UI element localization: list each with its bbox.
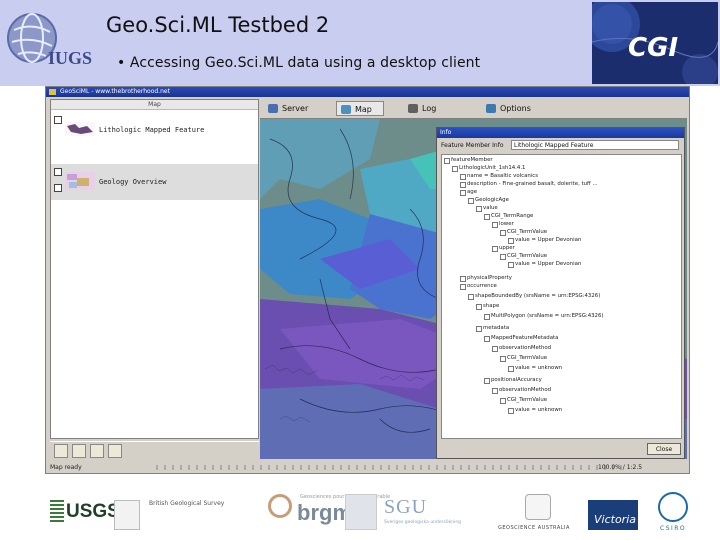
cgi-logo: CGI	[592, 2, 718, 84]
tab-label: Map	[355, 105, 372, 114]
bgs-logo: British Geological Survey	[149, 500, 225, 507]
sgu-logo: SGU	[384, 496, 428, 518]
main-toolbar: Server Map Log Options	[260, 99, 687, 119]
brgm-mark-icon	[268, 494, 292, 518]
tree-node[interactable]: CGI_TermValue	[499, 397, 547, 404]
tree-node[interactable]: physicalProperty	[460, 275, 512, 282]
zoom-in-tool-icon[interactable]	[54, 444, 68, 458]
tree-node[interactable]: metadata	[475, 325, 509, 332]
tree-node[interactable]: MultiPolygon (srsName = urn:EPSG:4326)	[484, 313, 604, 320]
tab-map[interactable]: Map	[336, 101, 384, 116]
map-tools-toolbar	[50, 441, 259, 459]
slide-header: IUGS Geo.Sci.ML Testbed 2 • Accessing Ge…	[0, 0, 720, 86]
layer-row-lithologic[interactable]: Lithologic Mapped Feature	[51, 112, 258, 148]
legend-header: Map	[51, 100, 258, 110]
tree-node[interactable]: CGI_TermValue	[499, 355, 547, 362]
layer-visibility-checkbox[interactable]	[54, 116, 62, 124]
info-tool-icon[interactable]	[72, 444, 86, 458]
slide-bullet: • Accessing Geo.Sci.ML data using a desk…	[117, 55, 481, 71]
window-title: GeoSciML - www.thebrotherhood.net	[60, 88, 170, 95]
tree-node[interactable]: positionalAccuracy	[484, 377, 542, 384]
layer-row-geology-overview[interactable]: Geology Overview	[51, 164, 258, 200]
usgs-mark-icon	[50, 500, 64, 522]
tab-options[interactable]: Options	[482, 101, 531, 116]
usgs-logo: USGS	[66, 501, 120, 522]
server-icon	[268, 104, 278, 113]
tab-label: Log	[422, 104, 437, 113]
tab-label: Options	[500, 104, 531, 113]
tree-node[interactable]: CGI_TermValue	[499, 229, 547, 236]
victoria-logo: Victoria	[588, 500, 638, 530]
layer-visibility-checkbox[interactable]	[54, 168, 62, 176]
layer-swatch-icon	[65, 172, 95, 190]
sgu-tagline: Sveriges geologiska undersökning	[384, 520, 462, 525]
svg-text:IUGS: IUGS	[48, 48, 92, 68]
iugs-globe-logo: IUGS	[7, 13, 92, 68]
tree-node[interactable]: lower	[492, 221, 514, 228]
geoscience-australia-crest-icon	[525, 494, 551, 520]
feature-info-dialog: Info Feature Member Info Lithologic Mapp…	[436, 127, 685, 459]
tree-node[interactable]: value = unknown	[507, 407, 562, 414]
status-scale: 100.0% / 1:2.5	[598, 464, 643, 471]
tree-node[interactable]: age	[459, 189, 477, 196]
tree-node[interactable]: observationMethod	[491, 345, 551, 352]
sponsor-logos: USGS British Geological Survey Géoscienc…	[0, 478, 720, 540]
sgu-map-icon	[345, 494, 377, 530]
tree-node[interactable]: MappedFeatureMetadata	[483, 335, 558, 342]
options-icon	[486, 104, 496, 113]
tree-node[interactable]: name = Basaltic volcanics	[459, 173, 538, 180]
geoscience-australia-logo: GEOSCIENCE AUSTRALIA	[498, 525, 570, 531]
status-progress-ticks	[156, 465, 626, 470]
tree-node[interactable]: LithologicUnit_1sh14.4.1	[451, 165, 525, 172]
tab-log[interactable]: Log	[404, 101, 436, 116]
tree-node[interactable]: featureMember	[444, 157, 493, 164]
tree-node[interactable]: shapeBoundedBy (srsName = urn:EPSG:4326)	[467, 293, 600, 300]
info-dialog-title: Info	[440, 129, 452, 136]
cgi-logo-text: CGI	[628, 33, 679, 63]
feature-member-select[interactable]: Lithologic Mapped Feature	[511, 140, 679, 150]
slide-title: Geo.Sci.ML Testbed 2	[106, 13, 330, 37]
close-button[interactable]: Close	[647, 443, 681, 455]
tree-node[interactable]: CGI_TermValue	[499, 253, 547, 260]
feature-info-tree[interactable]: featureMember LithologicUnit_1sh14.4.1 n…	[441, 154, 682, 439]
desktop-client-window: GeoSciML - www.thebrotherhood.net Map Li…	[45, 86, 690, 474]
layer-label: Lithologic Mapped Feature	[99, 126, 205, 134]
tab-label: Server	[282, 104, 309, 113]
feature-member-label: Feature Member Info	[441, 142, 504, 149]
tree-node[interactable]: shape	[475, 303, 499, 310]
tree-node[interactable]: CGI_TermRange	[483, 213, 533, 220]
layer-swatch-icon	[65, 122, 95, 136]
tree-node[interactable]: value = unknown	[507, 365, 562, 372]
tree-node[interactable]: upper	[492, 245, 515, 252]
tree-node[interactable]: description - Fine-grained basalt, doler…	[460, 181, 598, 188]
globe-tool-icon[interactable]	[108, 444, 122, 458]
tree-node[interactable]: GeologicAge	[468, 197, 509, 204]
window-titlebar[interactable]: GeoSciML - www.thebrotherhood.net	[46, 87, 689, 97]
info-dialog-titlebar[interactable]: Info	[437, 128, 684, 138]
tree-node[interactable]: value	[476, 205, 498, 212]
tree-node[interactable]: observationMethod	[491, 387, 551, 394]
bgs-crest-icon	[114, 500, 140, 530]
map-icon	[341, 105, 351, 114]
app-icon	[49, 89, 56, 95]
csiro-mark-icon	[658, 492, 688, 522]
layer-legend-panel: Map Lithologic Mapped Feature Geology Ov…	[50, 99, 259, 439]
log-icon	[408, 104, 418, 113]
tab-server[interactable]: Server	[264, 101, 308, 116]
pan-tool-icon[interactable]	[90, 444, 104, 458]
layer-select-checkbox[interactable]	[54, 184, 62, 192]
tree-node[interactable]: value = Upper Devonian	[507, 261, 581, 268]
tree-node[interactable]: occurrence	[460, 283, 497, 290]
brgm-logo: brgm	[297, 500, 352, 525]
layer-label: Geology Overview	[99, 178, 167, 186]
csiro-logo: CSIRO	[660, 525, 687, 532]
tree-node[interactable]: value = Upper Devonian	[507, 237, 581, 244]
